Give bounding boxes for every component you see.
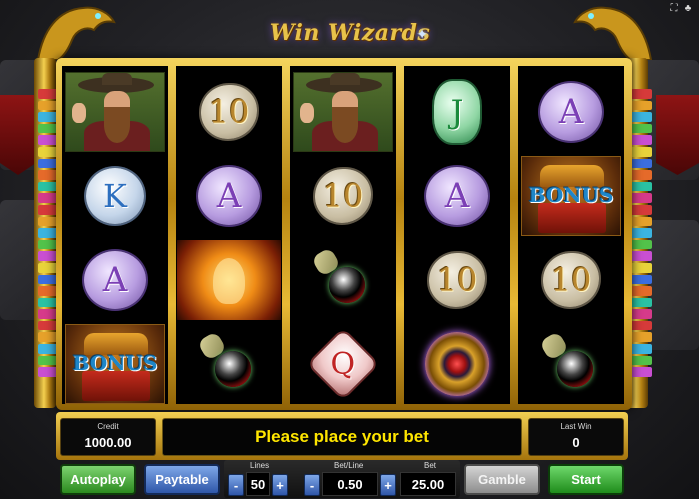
symbol-potion bbox=[518, 322, 624, 406]
credit-value: 1000.00 bbox=[84, 435, 132, 450]
reel-5: A BONUS 10 bbox=[518, 66, 624, 404]
game-title: Win Wizards bbox=[269, 20, 431, 46]
credit-box: Credit 1000.00 bbox=[60, 418, 156, 456]
dragon-right-icon bbox=[573, 6, 653, 60]
symbol-10: 10 bbox=[176, 70, 282, 154]
symbol-amulet bbox=[404, 322, 510, 406]
sparkle-icon: ✦ bbox=[416, 26, 428, 42]
fullscreen-icon[interactable]: ⛶ bbox=[669, 3, 679, 14]
banner-left bbox=[0, 95, 36, 175]
potion-icon bbox=[531, 329, 611, 399]
autoplay-button[interactable]: Autoplay bbox=[60, 464, 136, 495]
bet-line-value: 0.50 bbox=[322, 472, 378, 496]
symbol-potion bbox=[290, 238, 396, 322]
symbol-a: A bbox=[518, 70, 624, 154]
credit-label: Credit bbox=[97, 422, 119, 431]
symbol-bonus: BONUS bbox=[62, 322, 168, 406]
reel-3: 10 Q bbox=[290, 66, 396, 404]
symbol-a: A bbox=[176, 154, 282, 238]
symbol-potion bbox=[176, 322, 282, 406]
symbol-10: 10 bbox=[518, 238, 624, 322]
symbol-phoenix bbox=[176, 238, 282, 322]
wizard-icon bbox=[293, 72, 393, 152]
lines-value: 50 bbox=[246, 472, 270, 496]
symbol-wizard bbox=[62, 70, 168, 154]
symbol-wizard bbox=[290, 70, 396, 154]
reel-2: 10 A bbox=[176, 66, 282, 404]
game-logo: Win Wizards ✦ bbox=[250, 10, 450, 56]
paytable-button[interactable]: Paytable bbox=[144, 464, 220, 495]
lines-label: Lines bbox=[250, 461, 270, 470]
symbol-label: A bbox=[102, 260, 128, 300]
symbol-label: Q bbox=[330, 346, 356, 382]
symbol-bonus: BONUS bbox=[518, 154, 624, 238]
symbol-label: A bbox=[216, 176, 242, 216]
symbol-a: A bbox=[404, 154, 510, 238]
bet-controls: Lines - 50 + Bet/Line - 0.50 + Bet 25.00 bbox=[224, 460, 460, 498]
banner-right bbox=[656, 95, 699, 175]
settings-icon[interactable]: ♣ bbox=[683, 3, 693, 14]
symbol-label: J bbox=[450, 93, 464, 131]
bonus-label: BONUS bbox=[528, 183, 614, 207]
bet-value: 25.00 bbox=[400, 472, 456, 496]
last-win-value: 0 bbox=[572, 435, 580, 450]
bonus-chest-icon: BONUS bbox=[65, 324, 165, 404]
last-win-label: Last Win bbox=[560, 422, 592, 431]
symbol-j: J bbox=[404, 70, 510, 154]
symbol-label: 10 bbox=[322, 177, 364, 215]
symbol-label: A bbox=[558, 92, 584, 132]
payline-markers-right bbox=[630, 88, 652, 378]
symbol-label: 10 bbox=[208, 93, 250, 131]
symbol-10: 10 bbox=[404, 238, 510, 322]
symbol-q: Q bbox=[290, 322, 396, 406]
bonus-chest-icon: BONUS bbox=[521, 156, 621, 236]
bet-label: Bet bbox=[424, 461, 437, 470]
amulet-icon bbox=[425, 332, 489, 396]
game-stage: Win Wizards ✦ ⛶ ♣ K A BONUS 10 A 10 Q J … bbox=[0, 0, 699, 499]
bonus-label: BONUS bbox=[72, 351, 158, 375]
symbol-a: A bbox=[62, 238, 168, 322]
symbol-k: K bbox=[62, 154, 168, 238]
dragon-left-icon bbox=[36, 6, 116, 60]
reel-1: K A BONUS bbox=[62, 66, 168, 404]
potion-icon bbox=[189, 329, 269, 399]
phoenix-icon bbox=[177, 240, 281, 320]
gamble-button[interactable]: Gamble bbox=[464, 464, 540, 495]
status-message: Please place your bet bbox=[162, 418, 522, 456]
bet-line-label: Bet/Line bbox=[334, 461, 364, 470]
potion-icon bbox=[303, 245, 383, 315]
wall-stone bbox=[648, 220, 699, 350]
symbol-label: 10 bbox=[436, 261, 478, 299]
bet-line-increase-button[interactable]: + bbox=[380, 474, 396, 496]
symbol-10: 10 bbox=[290, 154, 396, 238]
symbol-label: 10 bbox=[550, 261, 592, 299]
lines-decrease-button[interactable]: - bbox=[228, 474, 244, 496]
top-icons: ⛶ ♣ bbox=[669, 3, 693, 14]
symbol-label: K bbox=[103, 177, 127, 215]
start-button[interactable]: Start bbox=[548, 464, 624, 495]
wizard-icon bbox=[65, 72, 165, 152]
lines-increase-button[interactable]: + bbox=[272, 474, 288, 496]
symbol-label: A bbox=[444, 176, 470, 216]
reel-4: J A 10 bbox=[404, 66, 510, 404]
last-win-box: Last Win 0 bbox=[528, 418, 624, 456]
bet-line-decrease-button[interactable]: - bbox=[304, 474, 320, 496]
